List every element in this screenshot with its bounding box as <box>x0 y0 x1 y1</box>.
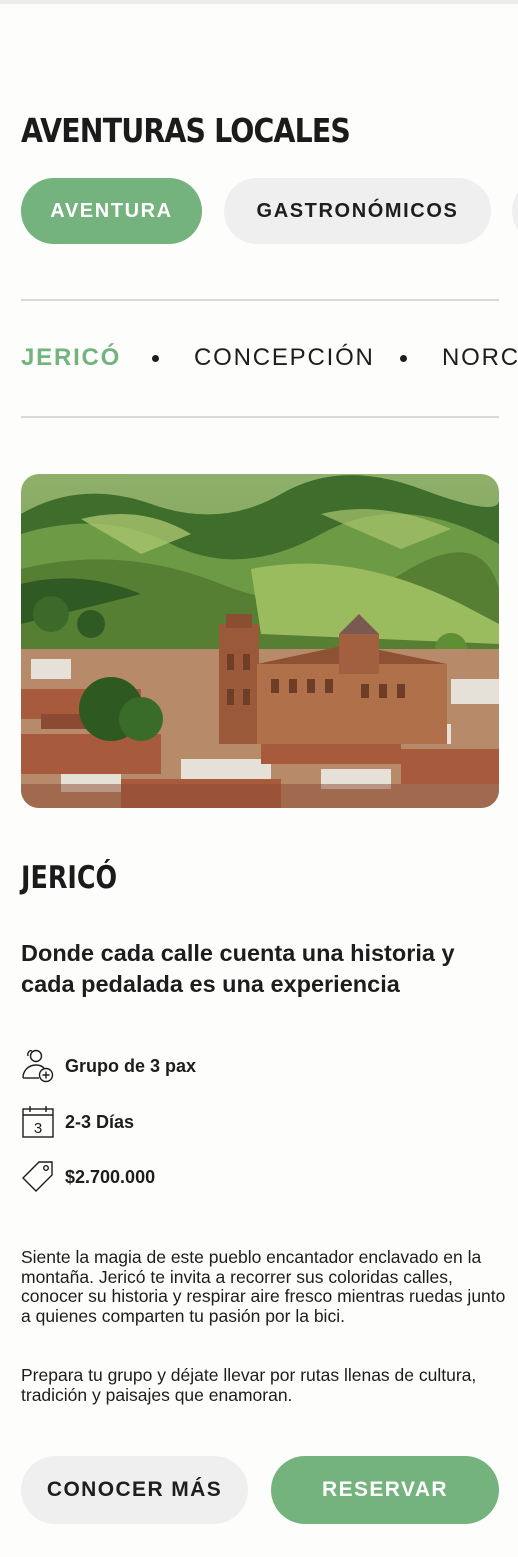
learn-more-button[interactable]: CONOCER MÁS <box>21 1456 248 1524</box>
price-tag-icon <box>21 1159 55 1195</box>
book-button[interactable]: RESERVAR <box>271 1456 499 1524</box>
location-selector: JERICÓ CONCEPCIÓN NORCASIA <box>21 300 518 416</box>
feature-duration: 3 2-3 Días <box>21 1104 134 1140</box>
separator-dot <box>400 355 407 362</box>
description-paragraph-1: Siente la magia de este pueblo encantado… <box>21 1247 506 1326</box>
calendar-number: 3 <box>34 1120 42 1137</box>
group-add-icon <box>21 1048 55 1084</box>
tab-next-partial[interactable] <box>512 178 518 244</box>
top-status-strip <box>0 0 518 4</box>
tour-name: JERICÓ <box>21 860 118 896</box>
group-size-text: Grupo de 3 pax <box>65 1055 197 1076</box>
category-tabs: AVENTURA GASTRONÓMICOS <box>21 178 518 245</box>
town-photo-illustration <box>21 474 499 808</box>
location-jerico[interactable]: JERICÓ <box>21 344 121 372</box>
feature-price: $2.700.000 <box>21 1159 155 1195</box>
price-text: $2.700.000 <box>65 1166 156 1187</box>
page-title: AVENTURAS LOCALES <box>21 111 351 150</box>
tour-tagline: Donde cada calle cuenta una historia y c… <box>21 940 455 997</box>
divider-bottom <box>21 416 499 418</box>
calendar-icon: 3 <box>21 1104 55 1140</box>
town-photo <box>21 474 499 808</box>
separator-dot <box>152 355 159 362</box>
location-norcasia[interactable]: NORCASIA <box>442 344 518 372</box>
tab-gastronomicos[interactable]: GASTRONÓMICOS <box>224 178 491 244</box>
location-concepcion[interactable]: CONCEPCIÓN <box>194 344 375 372</box>
tab-aventura[interactable]: AVENTURA <box>21 178 202 244</box>
duration-text: 2-3 Días <box>65 1111 135 1132</box>
feature-group-size: Grupo de 3 pax <box>21 1048 196 1084</box>
description-paragraph-2: Prepara tu grupo y déjate llevar por rut… <box>21 1365 477 1405</box>
